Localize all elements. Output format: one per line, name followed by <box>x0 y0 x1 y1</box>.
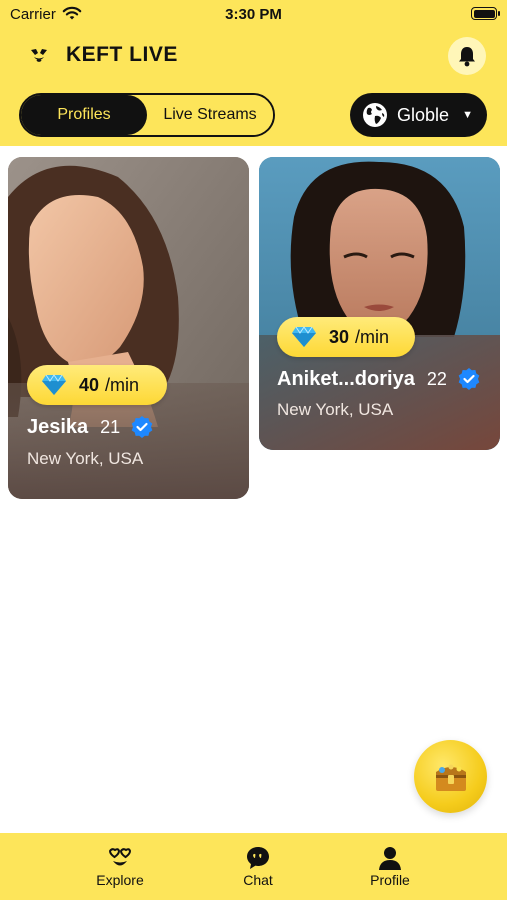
view-toggle: Profiles Live Streams <box>19 93 275 137</box>
chat-icon <box>247 847 269 869</box>
bottom-nav: Explore Chat Profile <box>0 833 507 900</box>
region-dropdown[interactable]: Globle ▼ <box>350 93 487 137</box>
nav-chat[interactable]: Chat <box>213 845 303 888</box>
price-badge: 30 /min <box>277 317 415 357</box>
verified-icon <box>458 368 480 390</box>
treasure-chest-icon <box>435 764 466 791</box>
app-title: KEFT LIVE <box>66 43 178 66</box>
profile-photo <box>8 157 249 499</box>
price-value: 30 <box>329 326 350 347</box>
treasure-button[interactable] <box>414 740 487 813</box>
region-label: Globle <box>397 104 450 125</box>
verified-icon <box>131 416 153 438</box>
nav-explore[interactable]: Explore <box>75 845 165 888</box>
tab-live-streams[interactable]: Live Streams <box>147 95 273 135</box>
header: Carrier 3:30 PM KEFT LIVE Profiles Live … <box>0 0 507 146</box>
notifications-button[interactable] <box>448 37 486 75</box>
battery-icon <box>471 7 500 20</box>
diamond-icon <box>42 374 66 395</box>
nav-profile[interactable]: Profile <box>345 845 435 888</box>
app-screen: Carrier 3:30 PM KEFT LIVE Profiles Live … <box>0 0 507 900</box>
price-value: 40 <box>79 374 100 395</box>
nav-chat-label: Chat <box>243 872 273 888</box>
clock: 3:30 PM <box>225 6 282 23</box>
globe-icon <box>363 103 387 127</box>
status-bar: Carrier 3:30 PM <box>0 0 507 28</box>
bell-icon <box>459 47 475 67</box>
profile-location: New York, USA <box>27 449 144 468</box>
profile-location: New York, USA <box>277 400 394 419</box>
explore-icon <box>108 848 132 866</box>
profile-name: Jesika <box>27 415 89 438</box>
price-unit: /min <box>105 374 140 395</box>
profile-card[interactable]: 40 /min Jesika 21 New York, USA <box>8 157 249 499</box>
nav-profile-label: Profile <box>370 872 410 888</box>
profile-age: 22 <box>426 368 447 389</box>
price-badge: 40 /min <box>27 365 167 405</box>
logo-icon <box>31 49 47 62</box>
profile-name-row: Jesika 21 <box>27 415 154 439</box>
chevron-down-icon: ▼ <box>462 109 473 121</box>
tab-profiles[interactable]: Profiles <box>21 95 147 135</box>
profile-age: 21 <box>100 416 121 437</box>
profile-icon <box>379 847 401 870</box>
nav-explore-label: Explore <box>96 872 144 888</box>
profile-card[interactable]: 30 /min Aniket...doriya 22 New York, USA <box>259 157 500 450</box>
diamond-icon <box>292 326 316 347</box>
profile-name: Aniket...doriya <box>277 367 415 390</box>
brand: KEFT LIVE <box>28 40 178 70</box>
profile-name-row: Aniket...doriya 22 <box>277 367 481 391</box>
price-unit: /min <box>355 326 390 347</box>
